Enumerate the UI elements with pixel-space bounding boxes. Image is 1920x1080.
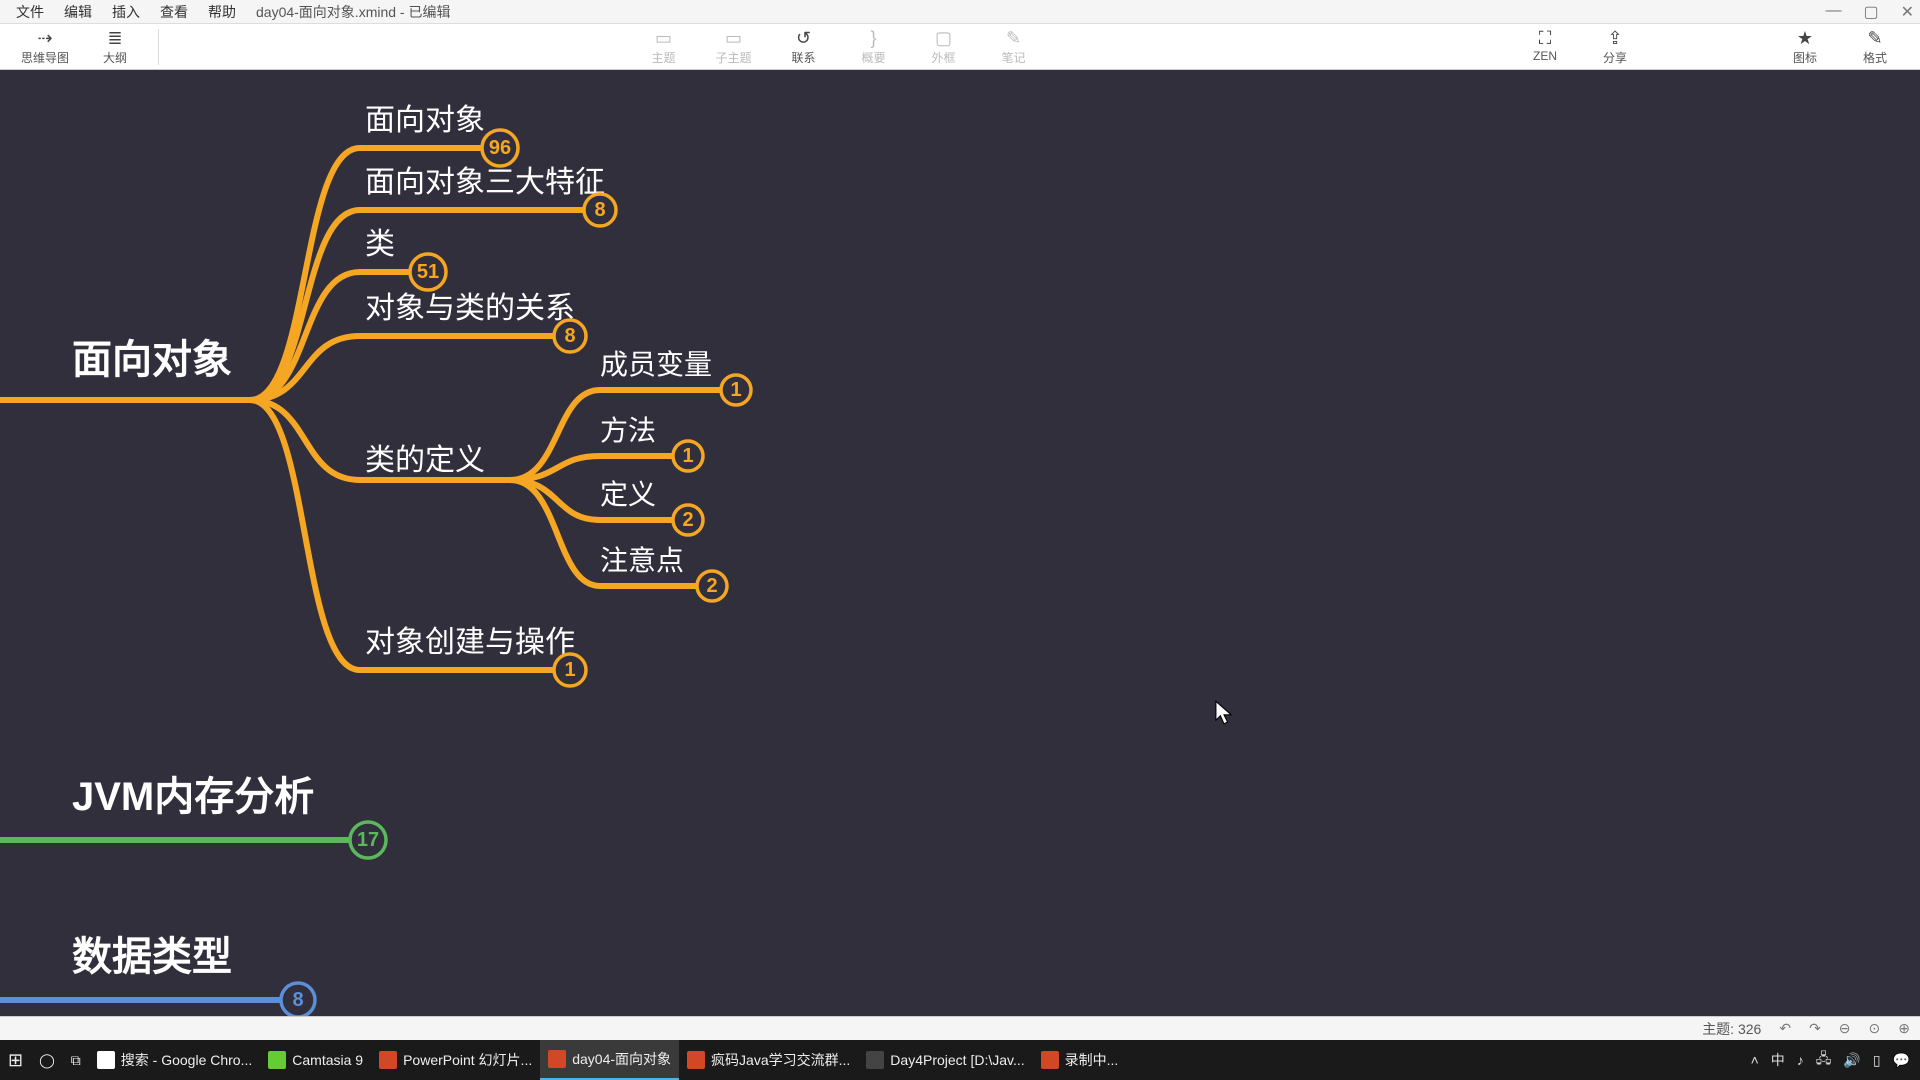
node-child-6[interactable]: 对象创建与操作 — [365, 626, 575, 659]
notifications-icon[interactable]: 💬 — [1893, 1052, 1910, 1069]
note-icon: ✎ — [979, 27, 1049, 49]
boundary-button: ▢外框 — [909, 27, 979, 66]
share-icon: ⇪ — [1580, 27, 1650, 49]
topic-button: ▭主题 — [629, 27, 699, 66]
svg-text:8: 8 — [564, 325, 575, 347]
node-child-4[interactable]: 对象与类的关系 — [365, 292, 575, 325]
start-button[interactable]: ⊞ — [0, 1040, 31, 1080]
node-sub-3[interactable]: 定义 — [600, 479, 656, 510]
node-sub-4[interactable]: 注意点 — [600, 545, 684, 576]
redo-icon[interactable]: ↷ — [1809, 1020, 1821, 1037]
svg-text:8: 8 — [292, 989, 303, 1011]
subtopic-icon: ▭ — [699, 27, 769, 49]
svg-text:2: 2 — [706, 575, 717, 597]
node-root-3[interactable]: 数据类型 — [72, 935, 232, 979]
relation-button[interactable]: ↺联系 — [769, 27, 839, 66]
node-child-1[interactable]: 面向对象 — [365, 104, 485, 137]
marker-button[interactable]: ★图标 — [1770, 27, 1840, 66]
menu-insert[interactable]: 插入 — [102, 2, 150, 22]
ppt-icon — [379, 1051, 397, 1069]
marker-icon: ★ — [1770, 27, 1840, 49]
mindmap-view-button[interactable]: ⇢思维导图 — [10, 27, 80, 66]
node-child-2[interactable]: 面向对象三大特征 — [365, 166, 605, 199]
subtopic-button: ▭子主题 — [699, 27, 769, 66]
chrome-icon — [97, 1051, 115, 1069]
undo-icon[interactable]: ↶ — [1779, 1020, 1791, 1037]
volume-icon[interactable]: 🔊 — [1843, 1052, 1860, 1069]
relation-icon: ↺ — [769, 27, 839, 49]
rec-icon — [1041, 1051, 1059, 1069]
window-title: day04-面向对象.xmind - 已编辑 — [256, 2, 450, 22]
summary-button: }概要 — [839, 27, 909, 66]
idea-icon — [866, 1051, 884, 1069]
outline-view-icon: ≣ — [80, 27, 150, 49]
svg-text:17: 17 — [357, 829, 379, 851]
zoom-out-icon[interactable]: ⊖ — [1839, 1020, 1851, 1037]
taskbar-xmind[interactable]: day04-面向对象 — [540, 1040, 679, 1080]
taskbar-ppt[interactable]: PowerPoint 幻灯片... — [371, 1040, 540, 1080]
mindmap-svg[interactable]: 面向对象 面向对象 面向对象三大特征 类 对象与类的关系 类的定义 对象创建与操… — [0, 70, 1920, 1016]
svg-text:1: 1 — [564, 659, 575, 681]
svg-text:2: 2 — [682, 509, 693, 531]
node-child-3[interactable]: 类 — [365, 228, 395, 261]
tray-icon[interactable]: ♪ — [1797, 1052, 1804, 1068]
zen-icon: ⛶ — [1510, 27, 1580, 49]
network-icon[interactable]: 🖧 — [1816, 1048, 1832, 1072]
minimize-button[interactable]: — — [1825, 2, 1841, 22]
menu-file[interactable]: 文件 — [6, 2, 54, 22]
zoom-fit-icon[interactable]: ⊙ — [1869, 1020, 1881, 1037]
node-root-2[interactable]: JVM内存分析 — [72, 775, 314, 819]
summary-icon: } — [839, 27, 909, 49]
system-tray[interactable]: ˄ 中 ♪ 🖧 🔊 ▯ 💬 — [1741, 1048, 1920, 1072]
note-button: ✎笔记 — [979, 27, 1049, 66]
taskbar-rec[interactable]: 录制中... — [1033, 1040, 1127, 1080]
svg-text:51: 51 — [417, 261, 439, 283]
taskbar-qq1[interactable]: 疯码Java学习交流群... — [679, 1040, 858, 1080]
outline-view-button[interactable]: ≣大纲 — [80, 27, 150, 66]
menu-view[interactable]: 查看 — [150, 2, 198, 22]
xmind-icon — [548, 1050, 566, 1068]
zen-button[interactable]: ⛶ZEN — [1510, 27, 1580, 66]
taskbar-chrome[interactable]: 搜索 - Google Chro... — [89, 1040, 261, 1080]
camtasia-icon — [268, 1051, 286, 1069]
node-child-5[interactable]: 类的定义 — [365, 444, 485, 477]
mindmap-view-icon: ⇢ — [10, 27, 80, 49]
zoom-in-icon[interactable]: ⊕ — [1898, 1020, 1910, 1037]
taskbar-camtasia[interactable]: Camtasia 9 — [260, 1040, 371, 1080]
tray-up-icon[interactable]: ˄ — [1751, 1052, 1759, 1068]
topic-count-label: 主题: 326 — [1702, 1019, 1761, 1039]
svg-text:1: 1 — [730, 379, 741, 401]
qq1-icon — [687, 1051, 705, 1069]
menu-help[interactable]: 帮助 — [198, 2, 246, 22]
svg-text:1: 1 — [682, 445, 693, 467]
topic-icon: ▭ — [629, 27, 699, 49]
cortana-icon[interactable]: ◯ — [31, 1040, 63, 1080]
svg-text:8: 8 — [594, 199, 605, 221]
menu-bar: 文件 编辑 插入 查看 帮助 day04-面向对象.xmind - 已编辑 — … — [0, 0, 1920, 24]
boundary-icon: ▢ — [909, 27, 979, 49]
close-button[interactable]: ✕ — [1901, 2, 1914, 22]
share-button[interactable]: ⇪分享 — [1580, 27, 1650, 66]
maximize-button[interactable]: ▢ — [1863, 2, 1878, 22]
node-root-1[interactable]: 面向对象 — [72, 338, 232, 382]
svg-text:96: 96 — [489, 137, 511, 159]
taskbar: ⊞ ◯ ⧉ 搜索 - Google Chro...Camtasia 9Power… — [0, 1040, 1920, 1080]
taskbar-idea[interactable]: Day4Project [D:\Jav... — [858, 1040, 1032, 1080]
taskview-icon[interactable]: ⧉ — [63, 1040, 89, 1080]
canvas[interactable]: 面向对象 面向对象 面向对象三大特征 类 对象与类的关系 类的定义 对象创建与操… — [0, 70, 1920, 1016]
battery-icon[interactable]: ▯ — [1873, 1052, 1881, 1069]
menu-edit[interactable]: 编辑 — [54, 2, 102, 22]
node-sub-1[interactable]: 成员变量 — [600, 349, 712, 380]
status-bar: 主题: 326 ↶ ↷ ⊖ ⊙ ⊕ — [0, 1016, 1920, 1040]
format-button[interactable]: ✎格式 — [1840, 27, 1910, 66]
toolbar: ⇢思维导图≣大纲 ▭主题▭子主题↺联系}概要▢外框✎笔记 ⛶ZEN⇪分享 ★图标… — [0, 24, 1920, 70]
ime-icon[interactable]: 中 — [1771, 1050, 1785, 1070]
node-sub-2[interactable]: 方法 — [600, 415, 656, 446]
format-icon: ✎ — [1840, 27, 1910, 49]
